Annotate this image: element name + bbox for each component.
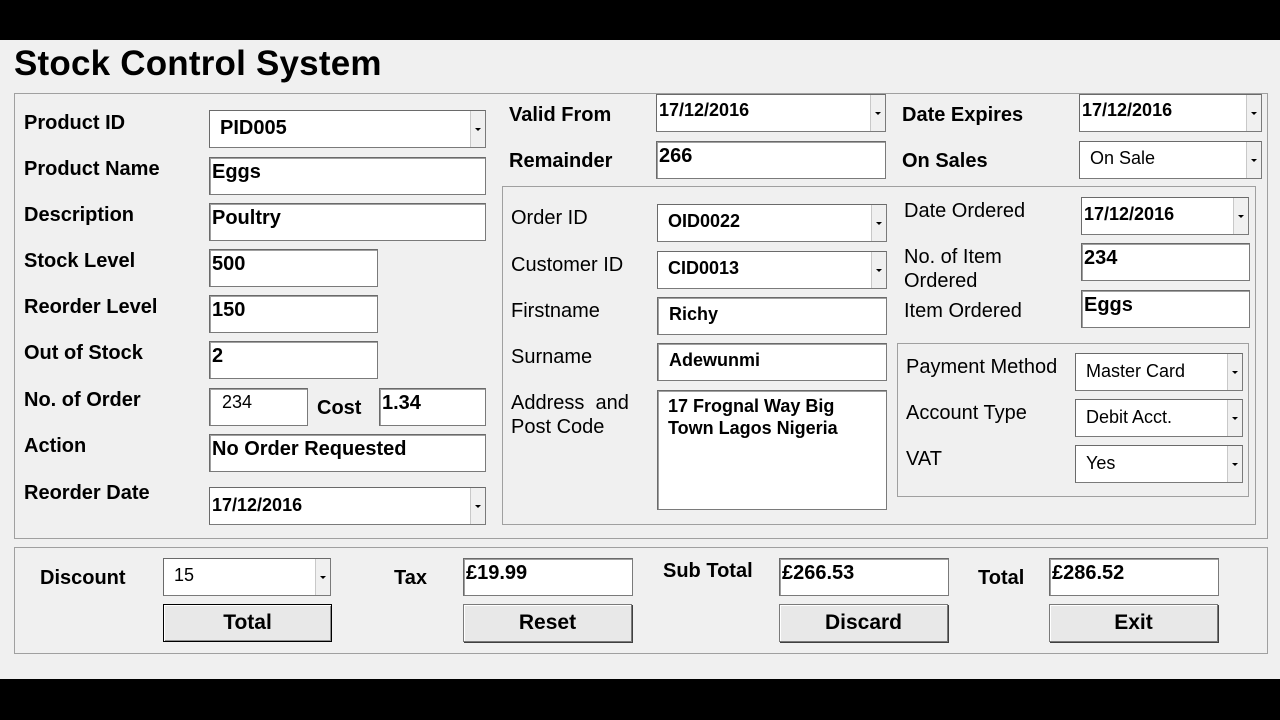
- chevron-down-icon[interactable]: [1227, 400, 1242, 436]
- total-field[interactable]: £286.52: [1049, 558, 1219, 596]
- order-id-value: OID0022: [668, 211, 741, 231]
- on-sales-combo[interactable]: On Sale: [1079, 141, 1262, 179]
- no-of-order-field[interactable]: 234: [209, 388, 308, 426]
- date-ordered-value: 17/12/2016: [1084, 204, 1175, 224]
- account-type-label: Account Type: [906, 402, 1027, 424]
- address-label-line1: Address and: [511, 392, 629, 414]
- item-ordered-field[interactable]: Eggs: [1081, 290, 1250, 328]
- reorder-date-picker[interactable]: 17/12/2016: [209, 487, 486, 525]
- discard-button[interactable]: Discard: [779, 604, 948, 642]
- discount-label: Discount: [40, 567, 126, 589]
- tax-label: Tax: [394, 567, 427, 589]
- stock-control-window: Stock Control System Product ID PID005 P…: [0, 40, 1280, 679]
- date-expires-picker[interactable]: 17/12/2016: [1079, 94, 1262, 132]
- description-field[interactable]: Poultry: [209, 203, 486, 241]
- discount-combo[interactable]: 15: [163, 558, 331, 596]
- reorder-level-label: Reorder Level: [24, 296, 158, 318]
- remainder-label: Remainder: [509, 150, 613, 172]
- chevron-down-icon[interactable]: [871, 205, 886, 241]
- items-ordered-count-field[interactable]: 234: [1081, 243, 1250, 281]
- on-sales-label: On Sales: [902, 150, 988, 172]
- description-label: Description: [24, 204, 135, 226]
- reset-button[interactable]: Reset: [463, 604, 632, 642]
- tax-field[interactable]: £19.99: [463, 558, 633, 596]
- no-of-order-label: No. of Order: [24, 389, 141, 411]
- account-type-combo[interactable]: Debit Acct.: [1075, 399, 1243, 437]
- reorder-level-field[interactable]: 150: [209, 295, 378, 333]
- product-id-value: PID005: [220, 117, 287, 139]
- chevron-down-icon[interactable]: [871, 252, 886, 288]
- item-ordered-label: Item Ordered: [904, 300, 1022, 322]
- items-ordered-count-label-line1: No. of Item: [904, 246, 1002, 268]
- reorder-date-label: Reorder Date: [24, 482, 150, 504]
- exit-button[interactable]: Exit: [1049, 604, 1218, 642]
- date-ordered-picker[interactable]: 17/12/2016: [1081, 197, 1249, 235]
- date-ordered-label: Date Ordered: [904, 200, 1026, 222]
- order-id-label: Order ID: [511, 207, 588, 229]
- stock-level-label: Stock Level: [24, 250, 136, 272]
- date-expires-label: Date Expires: [902, 104, 1024, 126]
- product-name-label: Product Name: [24, 158, 160, 180]
- items-ordered-count-label-line2: Ordered: [904, 270, 978, 292]
- cost-label: Cost: [317, 397, 362, 419]
- address-label-line2: Post Code: [511, 416, 605, 438]
- payment-method-value: Master Card: [1086, 361, 1186, 381]
- cost-field[interactable]: 1.34: [379, 388, 486, 426]
- reorder-date-value: 17/12/2016: [212, 495, 303, 515]
- product-id-label: Product ID: [24, 112, 126, 134]
- account-type-value: Debit Acct.: [1086, 407, 1173, 427]
- valid-from-label: Valid From: [509, 104, 612, 126]
- chevron-down-icon[interactable]: [870, 95, 885, 131]
- chevron-down-icon[interactable]: [470, 111, 485, 147]
- on-sales-value: On Sale: [1090, 148, 1156, 168]
- vat-label: VAT: [906, 448, 942, 470]
- out-of-stock-field[interactable]: 2: [209, 341, 378, 379]
- customer-id-value: CID0013: [668, 258, 740, 278]
- address-textarea[interactable]: 17 Frognal Way Big Town Lagos Nigeria: [657, 390, 887, 510]
- chevron-down-icon[interactable]: [1246, 95, 1261, 131]
- chevron-down-icon[interactable]: [1233, 198, 1248, 234]
- subtotal-label: Sub Total: [663, 560, 753, 582]
- total-label: Total: [978, 567, 1025, 589]
- firstname-label: Firstname: [511, 300, 600, 322]
- payment-method-label: Payment Method: [906, 356, 1058, 378]
- stock-level-field[interactable]: 500: [209, 249, 378, 287]
- out-of-stock-label: Out of Stock: [24, 342, 143, 364]
- customer-id-combo[interactable]: CID0013: [657, 251, 887, 289]
- order-id-combo[interactable]: OID0022: [657, 204, 887, 242]
- vat-combo[interactable]: Yes: [1075, 445, 1243, 483]
- payment-method-combo[interactable]: Master Card: [1075, 353, 1243, 391]
- customer-id-label: Customer ID: [511, 254, 624, 276]
- date-expires-value: 17/12/2016: [1082, 100, 1173, 120]
- chevron-down-icon[interactable]: [470, 488, 485, 524]
- product-name-field[interactable]: Eggs: [209, 157, 486, 195]
- chevron-down-icon[interactable]: [1227, 354, 1242, 390]
- vat-value: Yes: [1086, 453, 1116, 473]
- chevron-down-icon[interactable]: [315, 559, 330, 595]
- discount-value: 15: [174, 565, 195, 585]
- surname-field[interactable]: Adewunmi: [657, 343, 887, 381]
- chevron-down-icon[interactable]: [1246, 142, 1261, 178]
- firstname-field[interactable]: Richy: [657, 297, 887, 335]
- app-title: Stock Control System: [14, 44, 382, 83]
- chevron-down-icon[interactable]: [1227, 446, 1242, 482]
- valid-from-value: 17/12/2016: [659, 100, 750, 120]
- product-id-combo[interactable]: PID005: [209, 110, 486, 148]
- remainder-field[interactable]: 266: [656, 141, 886, 179]
- action-field[interactable]: No Order Requested: [209, 434, 486, 472]
- total-button[interactable]: Total: [163, 604, 332, 642]
- subtotal-field[interactable]: £266.53: [779, 558, 949, 596]
- surname-label: Surname: [511, 346, 593, 368]
- valid-from-picker[interactable]: 17/12/2016: [656, 94, 886, 132]
- action-label: Action: [24, 435, 87, 457]
